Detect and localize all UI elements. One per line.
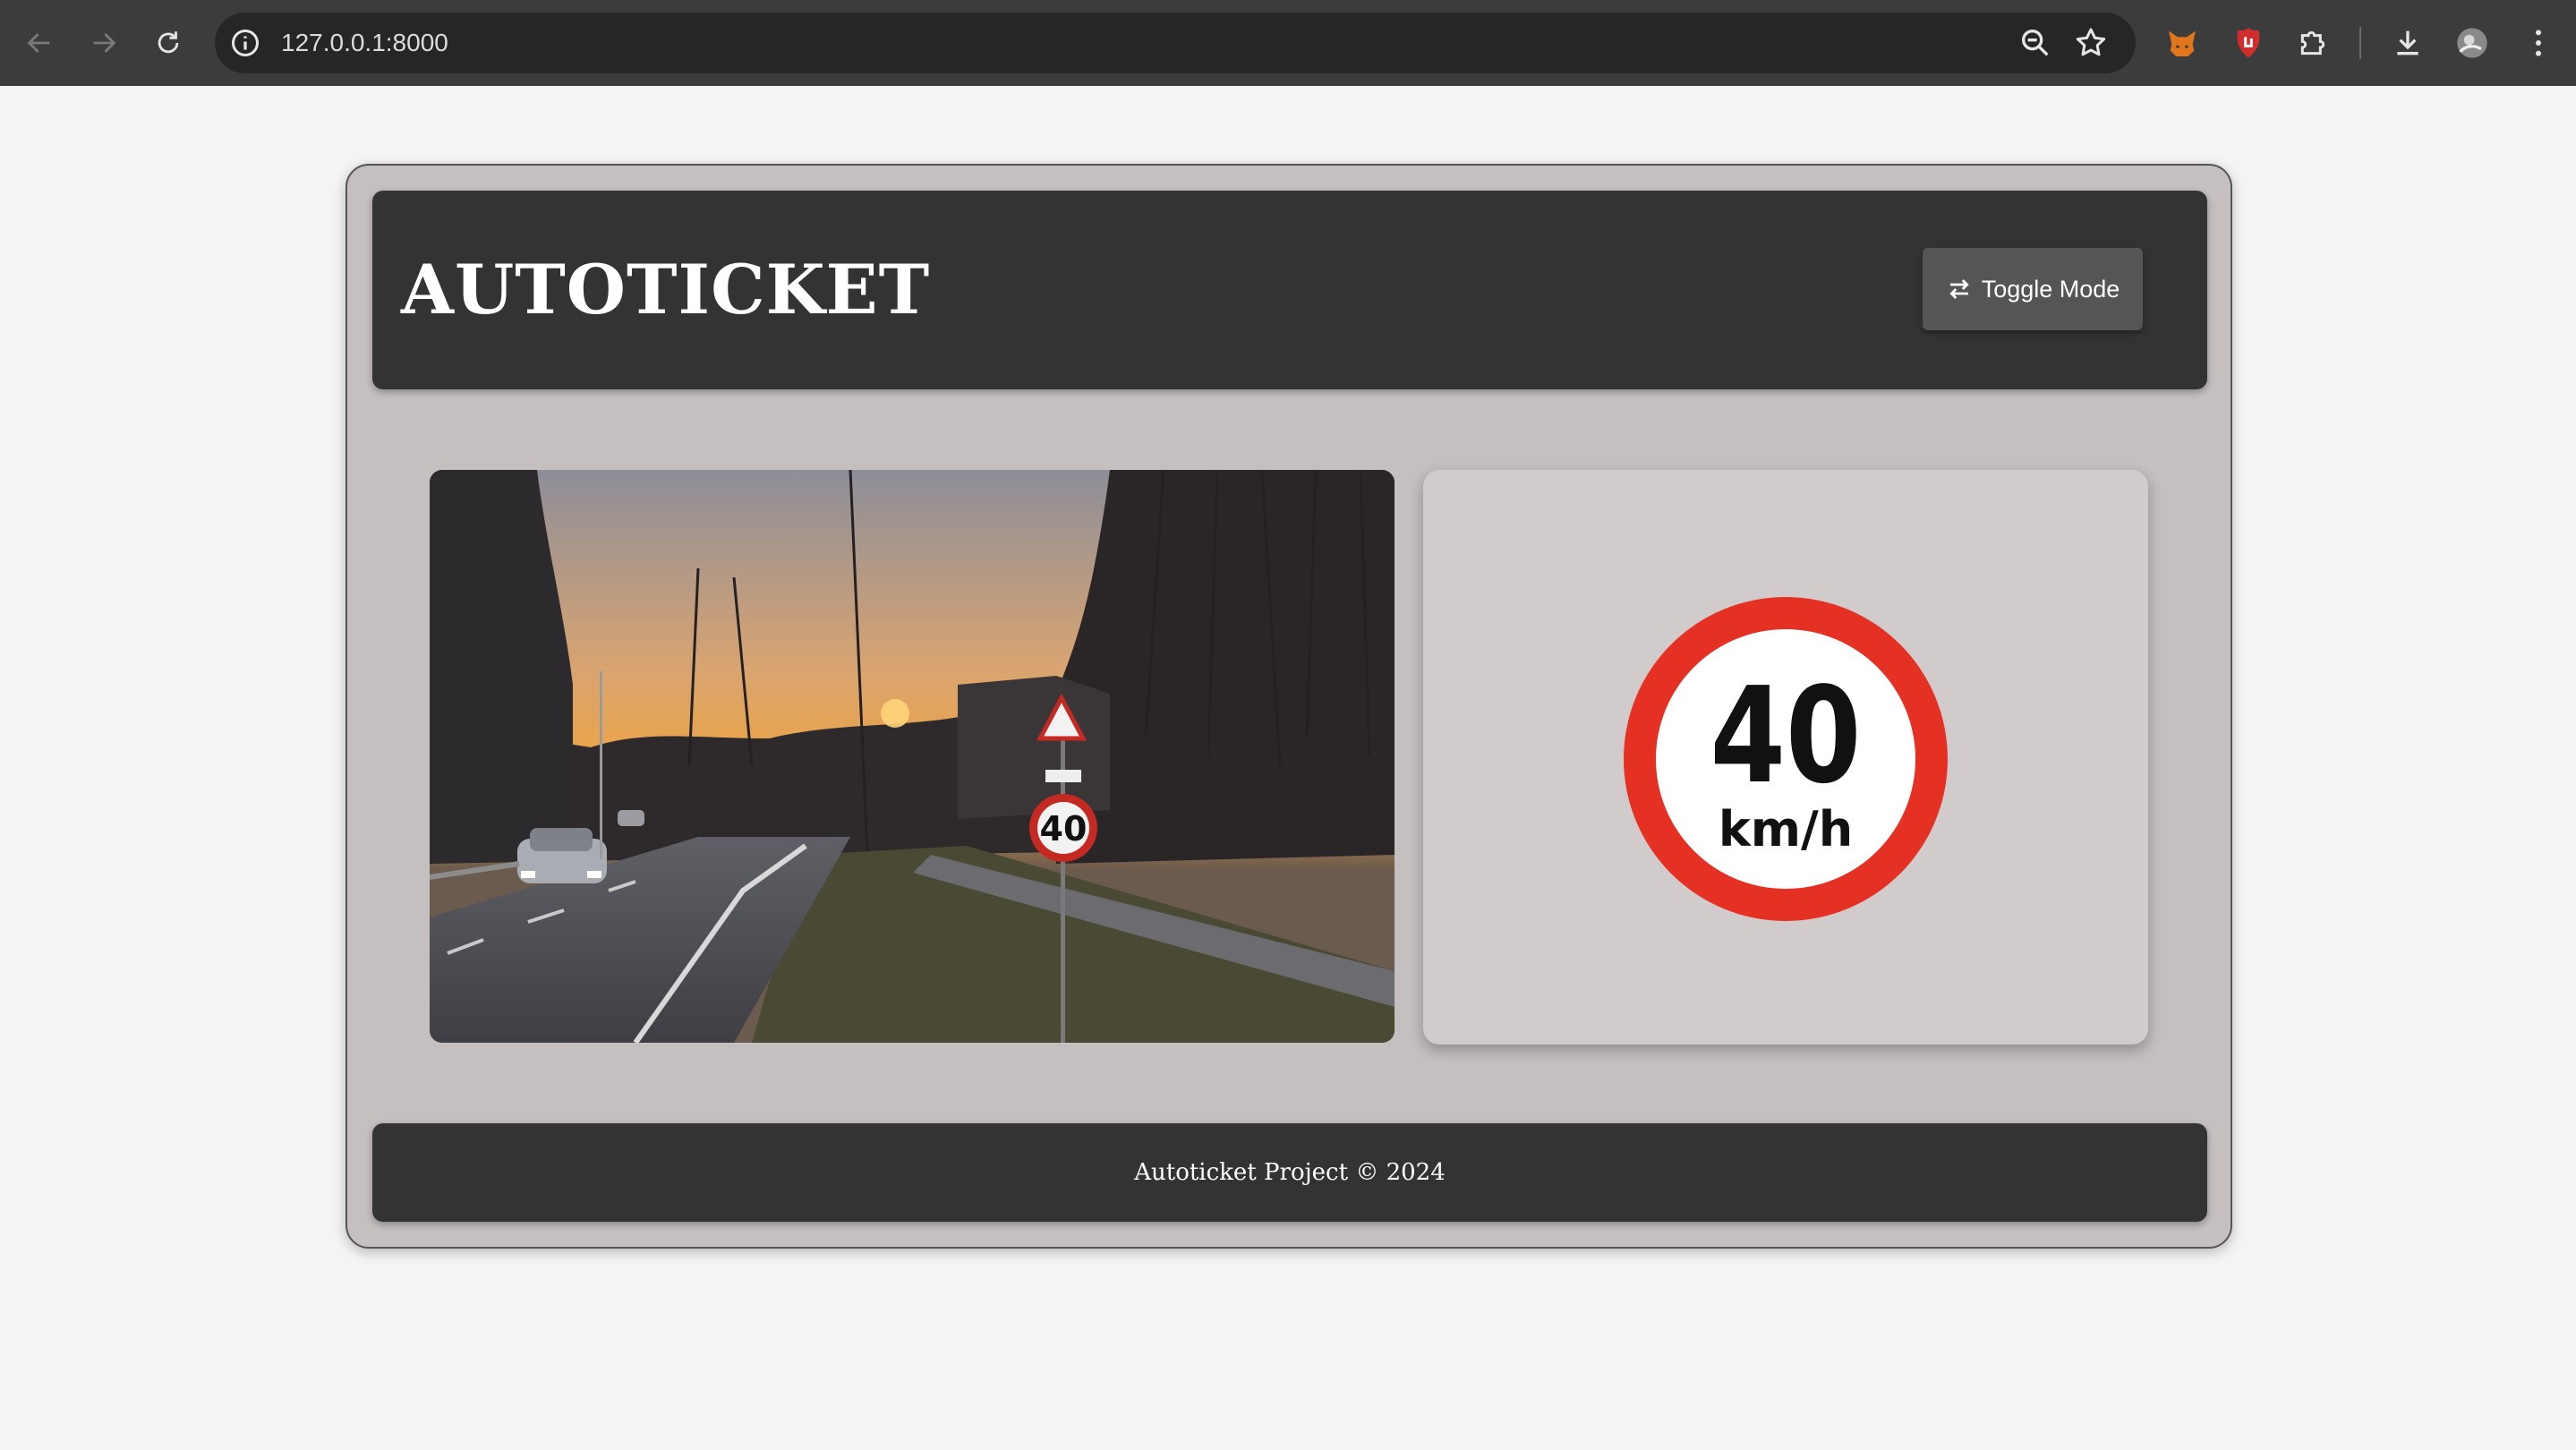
forward-icon[interactable] (82, 21, 125, 64)
toolbar-divider (2359, 27, 2361, 59)
zoom-icon[interactable] (2017, 25, 2053, 61)
site-info-icon[interactable] (229, 27, 261, 59)
svg-text:40: 40 (1040, 809, 1088, 849)
speed-limit-sign: 40 km/h (1624, 597, 1948, 921)
shield-extension-icon[interactable] (2227, 21, 2270, 64)
speed-limit-unit: km/h (1718, 801, 1854, 857)
browser-toolbar: 127.0.0.1:8000 (0, 0, 2576, 86)
toggle-mode-label: Toggle Mode (1981, 275, 2120, 303)
kebab-menu-icon[interactable] (2517, 21, 2560, 64)
speed-limit-panel: 40 km/h (1423, 470, 2148, 1045)
back-icon[interactable] (18, 21, 61, 64)
puzzle-extension-icon[interactable] (2291, 21, 2334, 64)
reload-icon[interactable] (147, 21, 190, 64)
app-container: AUTOTICKET Toggle Mode 40 40 km/h Autoti… (345, 164, 2232, 1249)
swap-arrows-icon (1949, 279, 1969, 299)
speed-limit-value: 40 (1710, 659, 1862, 813)
app-header: AUTOTICKET Toggle Mode (372, 191, 2207, 389)
app-title: AUTOTICKET (401, 250, 931, 329)
app-footer: Autoticket Project © 2024 (372, 1123, 2207, 1222)
download-icon[interactable] (2386, 21, 2429, 64)
toggle-mode-button[interactable]: Toggle Mode (1923, 248, 2143, 330)
camera-feed: 40 (430, 470, 1395, 1043)
profile-avatar[interactable] (2451, 21, 2494, 64)
bookmark-star-icon[interactable] (2073, 25, 2109, 61)
address-bar[interactable]: 127.0.0.1:8000 (215, 13, 2136, 73)
footer-text: Autoticket Project © 2024 (1134, 1159, 1446, 1186)
fox-extension-icon[interactable] (2161, 21, 2204, 64)
url-text[interactable]: 127.0.0.1:8000 (281, 13, 448, 73)
